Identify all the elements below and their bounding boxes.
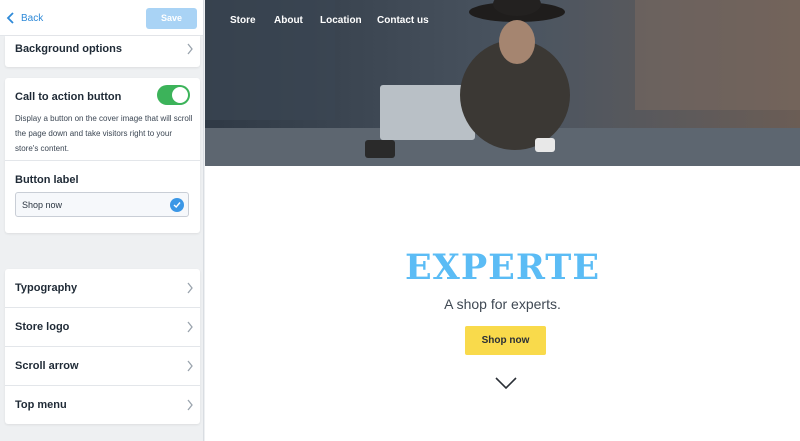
button-label-input[interactable] [22, 197, 162, 212]
background-options-row[interactable]: Background options [5, 36, 200, 67]
nav-about[interactable]: About [274, 15, 303, 26]
sidebar-item-typography[interactable]: Typography [5, 269, 200, 308]
sidebar-item-top-menu[interactable]: Top menu [5, 386, 200, 425]
sidebar-item-label: Typography [15, 282, 78, 294]
cta-title: Call to action button [15, 91, 122, 103]
chevron-right-icon [187, 321, 193, 333]
chevron-right-icon [187, 282, 193, 294]
cover-image: Store About Location Contact us [205, 0, 800, 166]
save-button[interactable]: Save [146, 8, 197, 29]
store-tagline: A shop for experts. [444, 296, 561, 312]
store-title: EXPERTE [404, 247, 601, 288]
settings-list: Typography Store logo Scroll arrow Top m… [5, 269, 200, 424]
chevron-down-icon[interactable] [495, 377, 517, 389]
nav-contact-us[interactable]: Contact us [377, 15, 429, 26]
sidebar-item-scroll-arrow[interactable]: Scroll arrow [5, 347, 200, 386]
chevron-right-icon [187, 360, 193, 372]
sidebar-item-label: Scroll arrow [15, 360, 79, 372]
back-button[interactable]: Back [6, 10, 43, 26]
shop-now-button[interactable]: Shop now [465, 326, 546, 355]
toggle-knob [172, 87, 188, 103]
cta-toggle[interactable] [157, 85, 190, 105]
chevron-right-icon [187, 399, 193, 411]
background-options-label: Background options [15, 43, 122, 55]
back-label: Back [21, 12, 44, 24]
settings-panel: Back Save Background options Call to act… [0, 0, 204, 441]
nav-store[interactable]: Store [230, 15, 256, 26]
cta-settings-card: Call to action button Display a button o… [5, 78, 200, 233]
check-icon [170, 198, 184, 212]
store-preview: Store About Location Contact us EXPERTE … [205, 0, 800, 441]
sidebar-item-label: Top menu [15, 399, 67, 411]
button-label-heading: Button label [15, 174, 79, 186]
nav-location[interactable]: Location [320, 15, 362, 26]
button-label-field [15, 192, 189, 217]
cta-description: Display a button on the cover image that… [15, 114, 193, 153]
chevron-left-icon [6, 12, 14, 24]
sidebar-item-store-logo[interactable]: Store logo [5, 308, 200, 347]
sidebar-item-label: Store logo [15, 321, 70, 333]
chevron-right-icon [187, 43, 193, 55]
panel-topbar: Back Save [0, 0, 203, 36]
divider [5, 160, 200, 161]
